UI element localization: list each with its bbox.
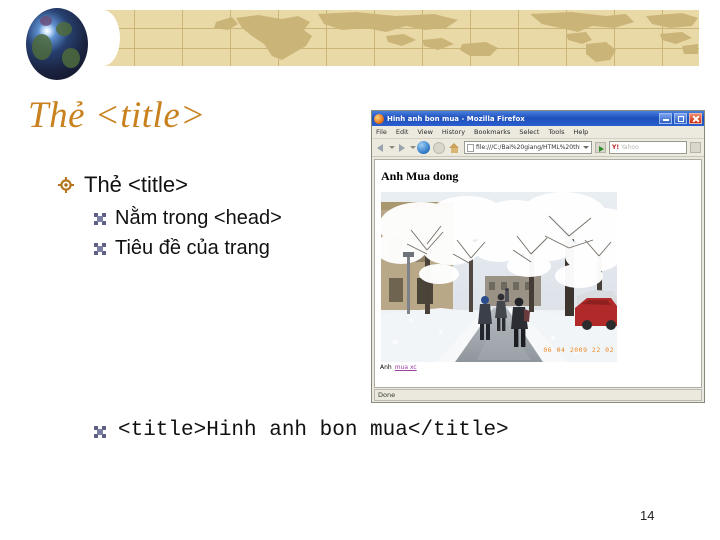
square-cluster-bullet-icon (94, 242, 106, 255)
web-page-heading: Anh Mua dong (381, 169, 459, 183)
window-buttons (659, 113, 702, 124)
browser-titlebar: Hinh anh bon mua - Mozilla Firefox (372, 111, 704, 126)
browser-toolbar: file:///C:/Bai%20giang/HTML%20thiet%20ke… (372, 139, 704, 157)
world-map-band (86, 10, 699, 66)
code-sample-line: <title>Hinh anh bon mua</title> (94, 418, 509, 444)
menu-item-tools[interactable]: Tools (548, 128, 564, 136)
menu-item-edit[interactable]: Edit (396, 128, 409, 136)
page-favicon-icon (467, 143, 474, 152)
compass-bullet-icon (58, 177, 74, 193)
browser-page-content: Anh Mua dong 06 04 2009 22 02 Anh mua xc (374, 159, 702, 388)
forward-arrow-icon[interactable] (396, 142, 407, 153)
address-bar-value: file:///C:/Bai%20giang/HTML%20thiet%20ke… (476, 144, 580, 151)
stop-icon[interactable] (433, 141, 445, 154)
back-arrow-icon[interactable] (375, 142, 386, 153)
slide-header-banner (0, 0, 720, 88)
photo-caption-link[interactable]: mua xc (395, 364, 417, 371)
browser-statusbar: Done (374, 389, 702, 401)
photo-caption-label: Anh (380, 364, 392, 371)
menu-item-help[interactable]: Help (573, 128, 588, 136)
status-text: Done (378, 391, 396, 399)
outline-level2-list: Nằm trong <head> Tiêu đề của trang (94, 204, 358, 262)
search-engine-icon[interactable]: Y! (612, 144, 619, 151)
menu-item-history[interactable]: History (442, 128, 465, 136)
firefox-icon (374, 113, 384, 124)
address-bar[interactable]: file:///C:/Bai%20giang/HTML%20thiet%20ke… (464, 141, 592, 154)
close-button[interactable] (689, 113, 702, 124)
browser-window-screenshot: Hinh anh bon mua - Mozilla Firefox File … (371, 110, 705, 403)
photo-timestamp: 06 04 2009 22 02 (543, 346, 614, 354)
globe-icon (26, 8, 88, 80)
slide-page-number: 14 (640, 508, 655, 523)
banner-grid-lines (86, 10, 699, 66)
home-icon[interactable] (448, 142, 461, 154)
maximize-button[interactable] (674, 113, 687, 124)
code-sample-text: <title>Hinh anh bon mua</title> (118, 419, 509, 442)
outline-level2-label: Tiêu đề của trang (115, 237, 270, 259)
outline-level2-item: Nằm trong <head> (94, 204, 358, 232)
page-title: Thẻ <title> (28, 95, 206, 136)
search-input[interactable]: Y! Yahoo (609, 141, 687, 154)
menu-item-select[interactable]: Select (519, 128, 539, 136)
address-dropdown-icon[interactable] (582, 142, 589, 153)
banner-left-fade (86, 10, 120, 66)
browser-menubar: File Edit View History Bookmarks Select … (372, 126, 704, 139)
go-arrow-icon[interactable] (595, 142, 606, 153)
menu-item-view[interactable]: View (417, 128, 432, 136)
snow-covered-street-photo: 06 04 2009 22 02 (381, 192, 617, 362)
outline-level2-item: Tiêu đề của trang (94, 234, 358, 262)
search-placeholder: Yahoo (621, 144, 639, 151)
outline-level2-label: Nằm trong <head> (115, 207, 282, 229)
square-cluster-bullet-icon (94, 212, 106, 225)
menu-item-file[interactable]: File (376, 128, 387, 136)
minimize-button[interactable] (659, 113, 672, 124)
search-options-icon[interactable] (690, 142, 701, 153)
menu-item-bookmarks[interactable]: Bookmarks (474, 128, 510, 136)
outline-level1-label: Thẻ <title> (84, 172, 188, 197)
back-dropdown-icon[interactable] (389, 142, 395, 153)
outline-level1-item: Thẻ <title> (58, 172, 358, 198)
reload-icon[interactable] (417, 141, 430, 154)
photo-artwork (381, 192, 617, 362)
forward-dropdown-icon[interactable] (410, 142, 416, 153)
browser-title-text: Hinh anh bon mua - Mozilla Firefox (387, 114, 525, 123)
outline-body: Thẻ <title> Nằm trong <head> Tiêu đề của… (58, 172, 358, 264)
photo-caption-line: Anh mua xc (380, 364, 701, 371)
square-cluster-bullet-icon (94, 425, 106, 438)
